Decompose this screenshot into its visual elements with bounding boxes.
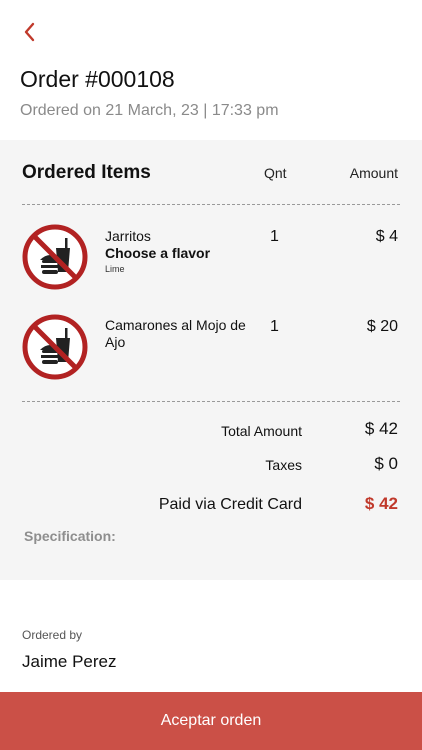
accept-order-button[interactable]: Aceptar orden xyxy=(0,692,422,750)
no-food-drink-icon xyxy=(22,224,88,290)
item-amount: $ 20 xyxy=(366,318,398,335)
amount-column-header: Amount xyxy=(349,165,398,181)
chevron-left-icon xyxy=(24,22,35,42)
page-title: Order #000108 xyxy=(20,66,175,92)
customer-name: Jaime Perez xyxy=(22,652,117,671)
back-button[interactable] xyxy=(18,20,42,44)
order-date: Ordered on 21 March, 23 | 17:33 pm xyxy=(20,102,279,119)
total-amount-label: Total Amount xyxy=(221,423,302,439)
paid-value: $ 42 xyxy=(364,494,398,513)
item-option-label: Choose a flavor xyxy=(105,245,211,261)
item-amount: $ 4 xyxy=(375,228,398,245)
divider xyxy=(22,204,400,205)
order-card: Ordered Items Qnt Amount Jarritos Choose… xyxy=(0,140,422,580)
item-quantity: 1 xyxy=(270,318,279,335)
qnt-column-header: Qnt xyxy=(264,165,287,181)
item-quantity: 1 xyxy=(270,228,279,245)
no-food-drink-icon xyxy=(22,314,88,380)
taxes-label: Taxes xyxy=(265,457,302,473)
ordered-by-label: Ordered by xyxy=(22,628,83,642)
taxes-value: $ 0 xyxy=(374,454,398,473)
item-name: Camarones al Mojo de Ajo xyxy=(105,317,246,350)
total-amount-value: $ 42 xyxy=(364,419,398,438)
divider xyxy=(22,401,400,402)
item-option-value: Lime xyxy=(105,264,125,274)
specification-label: Specification: xyxy=(24,528,116,544)
ordered-items-heading: Ordered Items xyxy=(22,162,151,183)
paid-via-label: Paid via Credit Card xyxy=(158,496,302,513)
item-name: Jarritos xyxy=(105,228,151,244)
